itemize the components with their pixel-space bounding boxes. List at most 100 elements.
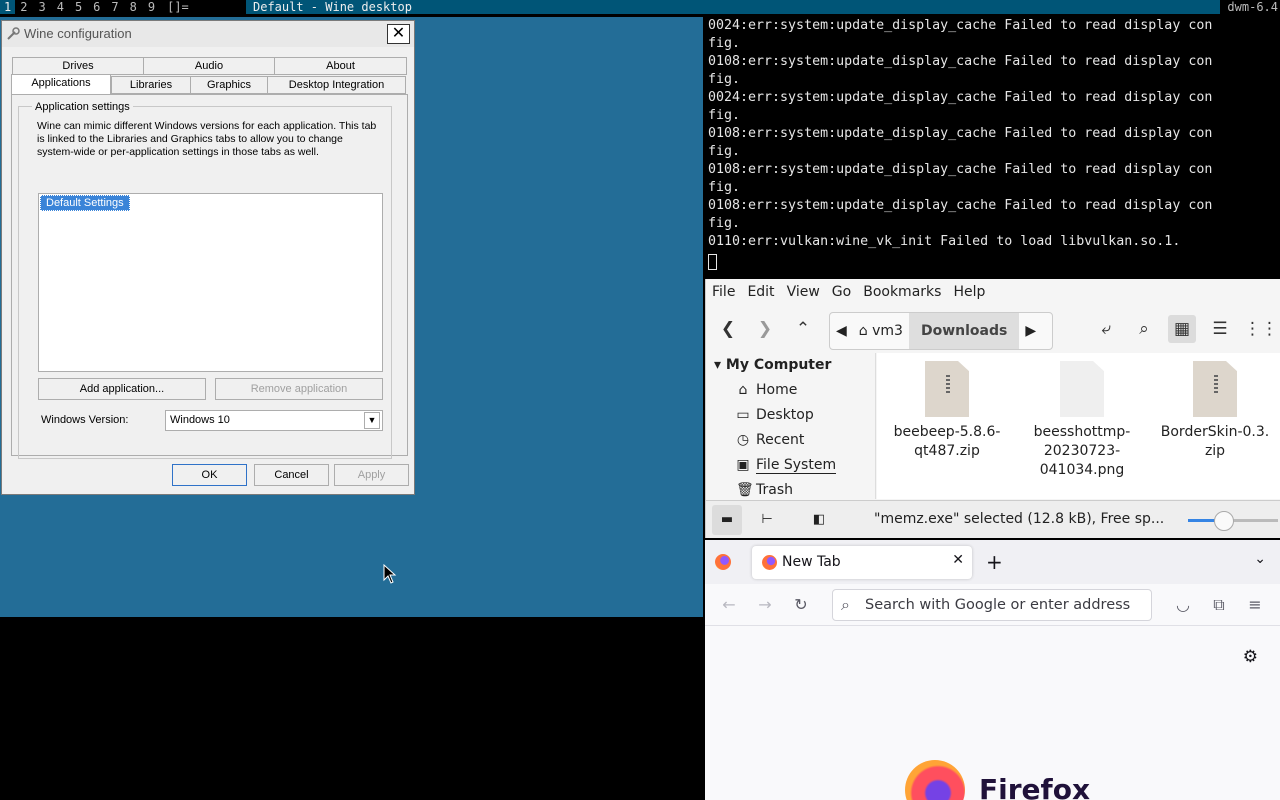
tag-9[interactable]: 9 (143, 0, 161, 14)
tag-3[interactable]: 3 (33, 0, 51, 14)
url-bar[interactable]: ⌕ (832, 589, 1152, 621)
terminal-line: fig. (708, 216, 741, 231)
tag-8[interactable]: 8 (125, 0, 143, 14)
extensions-icon[interactable]: ⧉ (1207, 593, 1231, 617)
back-arrow-icon[interactable]: ← (717, 593, 741, 617)
file-item[interactable]: beebeep-5.8.6- qt487.zip (877, 361, 1017, 461)
pocket-icon[interactable]: ◡ (1171, 593, 1195, 617)
description-text: Wine can mimic different Windows version… (37, 120, 377, 158)
windows-version-select[interactable]: Windows 10 ▼ (165, 410, 383, 431)
tag-2[interactable]: 2 (15, 0, 33, 14)
new-tab-plus-icon[interactable]: + (986, 550, 1003, 574)
tree-icon[interactable]: ⊢ (752, 505, 782, 535)
tab-libraries[interactable]: Libraries (111, 76, 191, 94)
file-item[interactable]: BorderSkin-0.3. zip (1145, 361, 1280, 461)
chevron-down-icon[interactable]: ▼ (364, 412, 380, 429)
chevron-down-icon[interactable]: ⌄ (1254, 551, 1266, 567)
windows-version-label: Windows Version: (41, 414, 129, 426)
path-current[interactable]: Downloads (908, 313, 1020, 349)
tab-desktop-integration[interactable]: Desktop Integration (267, 76, 406, 94)
terminal-line: 0024:err:system:update_display_cache Fai… (708, 90, 1213, 105)
tag-1[interactable]: 1 (0, 0, 16, 14)
selection-status: "memz.exe" selected (12.8 kB), Free sp..… (874, 511, 1165, 527)
forward-arrow-icon[interactable]: → (753, 593, 777, 617)
tag-4[interactable]: 4 (52, 0, 70, 14)
tab-graphics[interactable]: Graphics (190, 76, 268, 94)
sidebar-item-desktop[interactable]: ▭ Desktop (736, 407, 813, 423)
tab-drives[interactable]: Drives (12, 57, 144, 75)
tag-list: 1 2 3 4 5 6 7 8 9 []= (0, 0, 189, 14)
list-view-icon[interactable]: ☰ (1206, 315, 1234, 343)
zoom-slider[interactable] (1188, 511, 1278, 531)
url-input[interactable] (865, 595, 1145, 615)
file-view[interactable]: beebeep-5.8.6- qt487.zip beesshottmp- 20… (877, 353, 1280, 499)
dwm-status-bar: 1 2 3 4 5 6 7 8 9 []= Default - Wine des… (0, 0, 1280, 14)
compact-view-icon[interactable]: ⋮⋮ (1244, 315, 1278, 343)
zoom-slider-handle[interactable] (1214, 511, 1234, 531)
cancel-button[interactable]: Cancel (254, 464, 329, 486)
new-tab-page: ⚙ Firefox (705, 627, 1280, 800)
toggle-location-icon[interactable]: ⤶ (1092, 315, 1120, 343)
menu-bar: File Edit View Go Bookmarks Help (706, 279, 1280, 307)
navigation-bar: ← → ↻ ⌕ ◡ ⧉ ≡ (705, 584, 1280, 626)
sidebar-item-home[interactable]: ⌂ Home (736, 382, 798, 398)
menu-view[interactable]: View (781, 279, 826, 307)
add-application-button[interactable]: Add application... (38, 378, 206, 400)
menu-help[interactable]: Help (947, 279, 991, 307)
window-title: Default - Wine desktop (246, 0, 1220, 14)
layout-symbol[interactable]: []= (161, 0, 189, 14)
tag-5[interactable]: 5 (70, 0, 88, 14)
menu-edit[interactable]: Edit (741, 279, 780, 307)
image-file-icon (1060, 361, 1104, 417)
apply-button[interactable]: Apply (334, 464, 409, 486)
tab-applications[interactable]: Applications (11, 74, 111, 94)
firefox-window: New Tab ✕ + ⌄ ← → ↻ ⌕ ◡ ⧉ ≡ ⚙ Firefox (705, 540, 1280, 800)
back-arrow-icon[interactable]: ❮ (714, 315, 742, 343)
wine-tools-icon (7, 27, 20, 40)
hide-sidebar-icon[interactable]: ◧ (804, 505, 834, 535)
tab-new-tab[interactable]: New Tab ✕ (752, 546, 972, 579)
ok-button[interactable]: OK (172, 464, 247, 486)
forward-arrow-icon[interactable]: ❯ (751, 315, 779, 343)
tag-7[interactable]: 7 (106, 0, 124, 14)
gear-icon[interactable]: ⚙ (1243, 647, 1258, 667)
file-item[interactable]: beesshottmp- 20230723- 041034.png (1012, 361, 1152, 480)
menu-file[interactable]: File (706, 279, 741, 307)
sidebar-heading[interactable]: ▾ My Computer (714, 357, 831, 373)
tag-6[interactable]: 6 (88, 0, 106, 14)
trash-icon: 🗑 (736, 482, 754, 498)
icon-view-icon[interactable]: ▦ (1168, 315, 1196, 343)
sidebar-item-file-system[interactable]: ▣ File System (736, 457, 837, 474)
tab-about[interactable]: About (274, 57, 407, 75)
menu-bookmarks[interactable]: Bookmarks (857, 279, 947, 307)
sidebar-item-trash[interactable]: 🗑 Trash (736, 482, 793, 498)
firefox-view-icon[interactable] (715, 554, 731, 570)
folder-icon: ▭ (736, 407, 750, 423)
sidebar-item-recent[interactable]: ◷ Recent (736, 432, 805, 448)
status-text: dwm-6.4 (1227, 0, 1278, 14)
path-next-icon[interactable]: ▶ (1019, 313, 1042, 349)
terminal-window[interactable]: 0024:err:system:update_display_cache Fai… (704, 17, 1280, 276)
reload-icon[interactable]: ↻ (789, 593, 813, 617)
remove-application-button[interactable]: Remove application (215, 378, 383, 400)
path-home[interactable]: ⌂ vm3 (853, 313, 909, 349)
close-icon[interactable]: ✕ (952, 552, 964, 568)
up-arrow-icon[interactable]: ⌃ (789, 315, 817, 343)
status-bar: ▬ ⊢ ◧ "memz.exe" selected (12.8 kB), Fre… (706, 500, 1280, 538)
path-prev-icon[interactable]: ◀ (830, 313, 853, 349)
tab-audio[interactable]: Audio (143, 57, 275, 75)
home-icon: ⌂ (858, 323, 873, 339)
places-icon[interactable]: ▬ (712, 505, 742, 535)
menu-go[interactable]: Go (826, 279, 857, 307)
search-icon[interactable]: ⌕ (1130, 315, 1158, 343)
menu-icon[interactable]: ≡ (1243, 593, 1267, 617)
winecfg-titlebar[interactable]: Wine configuration ✕ (2, 21, 414, 47)
sidebar: ▾ My Computer ⌂ Home ▭ Desktop ◷ Recent ▣ Fi… (706, 353, 876, 499)
close-button[interactable]: ✕ (387, 24, 410, 44)
chevron-down-icon: ▾ (714, 357, 726, 373)
list-item[interactable]: Default Settings (40, 195, 130, 211)
terminal-line: 0110:err:vulkan:wine_vk_init Failed to l… (708, 234, 1181, 249)
terminal-line: fig. (708, 180, 741, 195)
terminal-cursor (708, 254, 717, 270)
application-list[interactable]: Default Settings (38, 193, 383, 372)
